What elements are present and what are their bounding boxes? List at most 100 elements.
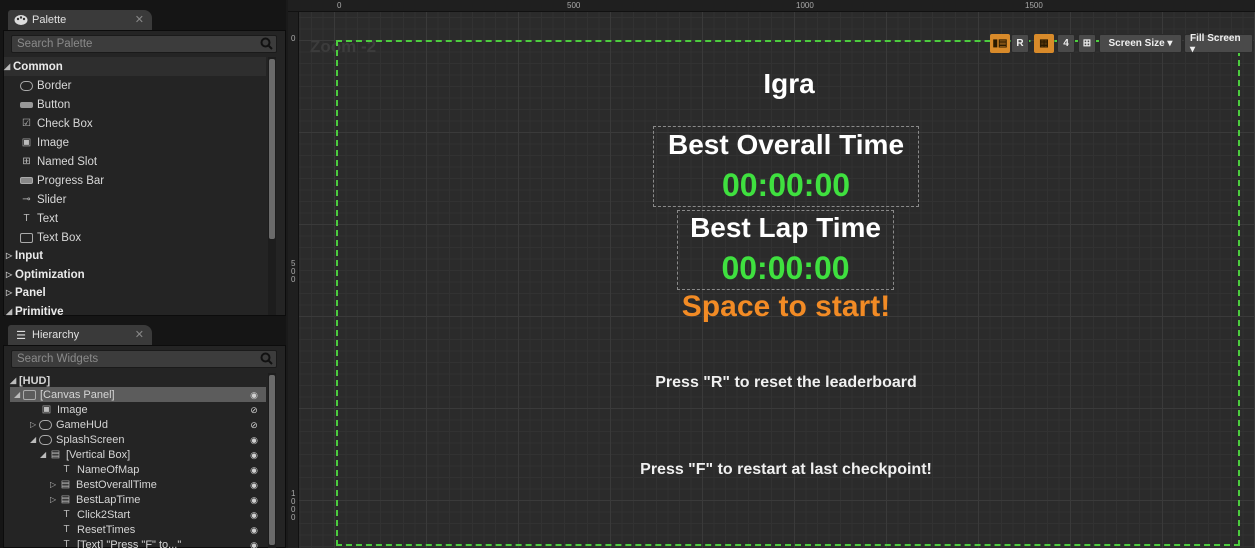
respect-locks-button[interactable]: R xyxy=(1011,34,1029,53)
best-lap-label[interactable]: Best Lap Time xyxy=(677,212,894,244)
best-lap-value[interactable]: 00:00:00 xyxy=(677,250,894,287)
tree-row-gamehud[interactable]: ▷ GameHUd xyxy=(30,417,108,432)
palette-scrollbar[interactable] xyxy=(268,57,276,315)
tree-row-image[interactable]: ▣ Image xyxy=(40,402,88,417)
collapsed-triangle-icon: ▷ xyxy=(6,270,13,279)
visibility-eye-icon[interactable]: ◉ xyxy=(248,540,260,548)
palette-item-label: Button xyxy=(37,98,71,111)
best-overall-label[interactable]: Best Overall Time xyxy=(653,129,919,161)
hierarchy-scrollbar[interactable] xyxy=(268,373,276,548)
category-panel[interactable]: ▷ Panel xyxy=(6,283,46,302)
visibility-eye-icon[interactable]: ◉ xyxy=(248,510,260,520)
collapsed-triangle-icon: ▷ xyxy=(6,288,13,297)
restart-hint-text[interactable]: Press "F" to restart at last checkpoint! xyxy=(556,461,1016,479)
grid-size-button[interactable]: 4 xyxy=(1057,34,1075,53)
layout-toggle-button[interactable]: ▮▤ xyxy=(990,34,1010,53)
best-overall-value[interactable]: 00:00:00 xyxy=(653,167,919,204)
palette-item-label: Named Slot xyxy=(37,155,98,168)
palette-item-button[interactable]: Button xyxy=(20,95,70,114)
tree-row-bestlaptime[interactable]: ▷ ▤ BestLapTime xyxy=(50,492,140,507)
tree-row-nameofmap[interactable]: T NameOfMap xyxy=(60,462,139,477)
slider-icon: ⊸ xyxy=(22,194,31,205)
tree-row-resettimes[interactable]: T ResetTimes xyxy=(60,522,135,537)
palette-icon xyxy=(14,14,28,26)
tree-row-label: [Text] "Press "F" to..." xyxy=(77,538,182,548)
tab-palette-label: Palette xyxy=(32,14,67,26)
fill-screen-dropdown[interactable]: Fill Screen ▾ xyxy=(1184,32,1253,55)
close-icon[interactable]: ✕ xyxy=(135,328,144,341)
palette-scroll-thumb[interactable] xyxy=(269,59,275,239)
ruler-label: 5 0 0 xyxy=(291,259,296,284)
reset-hint-text[interactable]: Press "R" to reset the leaderboard xyxy=(586,374,986,392)
tree-row-label: Click2Start xyxy=(77,508,131,521)
visibility-eye-icon[interactable]: ◉ xyxy=(248,480,260,490)
hidden-eye-icon[interactable]: ⊘ xyxy=(248,405,260,415)
visibility-eye-icon[interactable]: ◉ xyxy=(248,435,260,445)
tab-hierarchy[interactable]: ☰ Hierarchy ✕ xyxy=(8,325,152,345)
map-name-text[interactable]: Igra xyxy=(659,68,919,100)
ruler-label: 1 0 0 0 xyxy=(291,489,296,522)
tree-row-vertical-box[interactable]: ◢ ▤ [Vertical Box] xyxy=(40,447,130,462)
palette-search-input[interactable] xyxy=(12,36,276,52)
fill-screen-label: Fill Screen ▾ xyxy=(1190,32,1241,55)
tree-row-click2start[interactable]: T Click2Start xyxy=(60,507,130,522)
tree-row-hud[interactable]: ◢ [HUD] xyxy=(10,373,50,388)
visibility-eye-icon[interactable]: ◉ xyxy=(248,390,260,400)
category-primitive[interactable]: ◢ Primitive xyxy=(6,302,64,321)
palette-item-label: Slider xyxy=(37,193,67,206)
collapsed-triangle-icon: ▷ xyxy=(6,251,13,260)
palette-item-slider[interactable]: ⊸ Slider xyxy=(20,190,66,209)
palette-item-text-box[interactable]: Text Box xyxy=(20,228,81,247)
close-icon[interactable]: ✕ xyxy=(135,13,144,26)
palette-item-border[interactable]: Border xyxy=(20,76,72,95)
tree-row-splashscreen[interactable]: ◢ SplashScreen xyxy=(30,432,125,447)
tree-row-label: Image xyxy=(57,403,88,416)
space-to-start-text[interactable]: Space to start! xyxy=(636,290,936,324)
visibility-eye-icon[interactable]: ◉ xyxy=(248,465,260,475)
palette-item-named-slot[interactable]: ⊞ Named Slot xyxy=(20,152,97,171)
screen-size-dropdown[interactable]: Screen Size ▾ xyxy=(1099,34,1182,53)
palette-item-progress-bar[interactable]: Progress Bar xyxy=(20,171,104,190)
palette-item-label: Check Box xyxy=(37,117,93,130)
hidden-eye-icon[interactable]: ⊘ xyxy=(248,420,260,430)
tree-row-label: [Canvas Panel] xyxy=(40,388,115,401)
category-label: Common xyxy=(13,60,63,73)
palette-item-image[interactable]: ▣ Image xyxy=(20,133,69,152)
ruler-horizontal: 0 500 1000 1500 xyxy=(288,0,1255,12)
palette-item-text[interactable]: T Text xyxy=(20,209,58,228)
hierarchy-search[interactable] xyxy=(11,350,277,368)
category-label: Panel xyxy=(15,286,46,299)
visibility-eye-icon[interactable]: ◉ xyxy=(248,495,260,505)
tree-row-bestoveralltime[interactable]: ▷ ▤ BestOverallTime xyxy=(50,477,157,492)
palette-item-label: Image xyxy=(37,136,69,149)
palette-item-check-box[interactable]: ☑ Check Box xyxy=(20,114,93,133)
hierarchy-scroll-thumb[interactable] xyxy=(269,375,275,545)
hierarchy-icon: ☰ xyxy=(16,329,26,342)
tab-palette[interactable]: Palette ✕ xyxy=(8,10,152,30)
ruler-label: 500 xyxy=(567,1,581,10)
tree-row-canvas-panel[interactable]: ◢ [Canvas Panel] xyxy=(14,387,115,402)
tree-row-label: BestLapTime xyxy=(76,493,141,506)
text-icon: T xyxy=(63,524,70,535)
r-label: R xyxy=(1016,38,1024,49)
collapsed-triangle-icon: ▷ xyxy=(30,420,37,429)
tree-row-label: ResetTimes xyxy=(77,523,136,536)
tree-row-label: BestOverallTime xyxy=(76,478,157,491)
vertical-box-icon: ▤ xyxy=(60,494,71,505)
text-icon: T xyxy=(23,213,30,224)
category-common[interactable]: ◢ Common xyxy=(4,57,266,76)
category-optimization[interactable]: ▷ Optimization xyxy=(6,265,85,284)
category-label: Primitive xyxy=(15,305,64,318)
visibility-eye-icon[interactable]: ◉ xyxy=(248,525,260,535)
category-input[interactable]: ▷ Input xyxy=(6,246,43,265)
tree-row-label: [Vertical Box] xyxy=(66,448,131,461)
dpi-scale-button[interactable]: ⊞ xyxy=(1078,34,1096,53)
checkbox-icon: ☑ xyxy=(22,118,31,129)
text-icon: T xyxy=(63,539,70,548)
visibility-eye-icon[interactable]: ◉ xyxy=(248,450,260,460)
expanded-triangle-icon: ◢ xyxy=(6,307,13,316)
hierarchy-search-input[interactable] xyxy=(12,351,276,367)
grid-snap-button[interactable]: ▦ xyxy=(1034,34,1054,53)
tree-row-text-press-f[interactable]: T [Text] "Press "F" to..." xyxy=(60,537,181,548)
palette-search[interactable] xyxy=(11,35,277,53)
